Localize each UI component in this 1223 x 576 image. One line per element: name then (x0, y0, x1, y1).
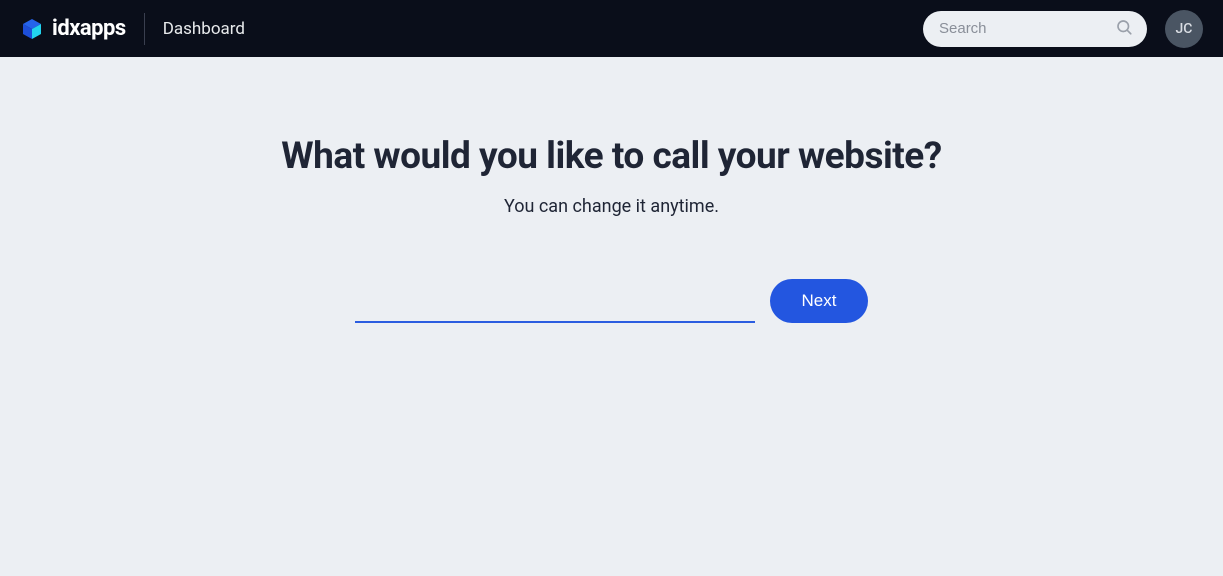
page-title: What would you like to call your website… (281, 135, 941, 178)
website-name-input[interactable] (355, 282, 755, 323)
search-box (923, 11, 1147, 47)
header-divider (144, 13, 145, 45)
nav-dashboard[interactable]: Dashboard (163, 19, 245, 39)
cube-icon (20, 17, 44, 41)
brand-logo[interactable]: idxapps (20, 16, 126, 41)
search-input[interactable] (923, 11, 1147, 47)
page-subtitle: You can change it anytime. (504, 196, 719, 217)
brand-name: idxapps (52, 16, 126, 41)
next-button[interactable]: Next (770, 279, 869, 323)
main-content: What would you like to call your website… (0, 57, 1223, 323)
name-form-row: Next (355, 279, 869, 323)
avatar[interactable]: JC (1165, 10, 1203, 48)
app-header: idxapps Dashboard JC (0, 0, 1223, 57)
